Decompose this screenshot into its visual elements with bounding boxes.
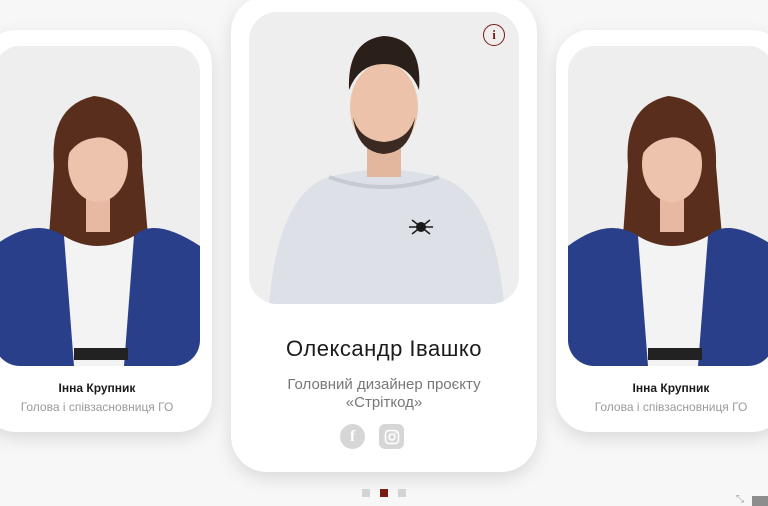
pagination-dot-3[interactable] xyxy=(398,489,406,497)
team-member-name: Інна Крупник xyxy=(632,381,710,395)
team-member-photo xyxy=(0,46,200,366)
team-member-role: Голова і співзасновниця ГО xyxy=(20,400,174,414)
instagram-glyph xyxy=(384,429,399,444)
team-member-photo xyxy=(568,46,768,366)
team-member-photo xyxy=(249,12,519,304)
expand-icon: ⤡ xyxy=(736,494,744,505)
instagram-icon[interactable] xyxy=(379,424,404,449)
role-line-2: «Стріткод» xyxy=(345,394,423,411)
pagination-dot-1[interactable] xyxy=(362,489,370,497)
facebook-icon[interactable]: f xyxy=(340,424,365,449)
role-line-1: Головний дизайнер проєкту xyxy=(287,376,481,393)
pagination-dot-2[interactable] xyxy=(380,489,388,497)
team-member-role: Головний дизайнер проєкту «Стріткод» xyxy=(231,376,537,412)
team-card-next[interactable]: Інна Крупник Голова і співзасновниця ГО xyxy=(556,30,768,432)
social-links: f xyxy=(231,424,525,449)
corner-widget[interactable] xyxy=(752,496,768,506)
team-carousel: Інна Крупник Голова і співзасновниця ГО … xyxy=(0,0,768,506)
team-card-active[interactable]: i Олександр Івашко Головний дизайнер про… xyxy=(231,0,537,472)
team-member-name: Олександр Івашко xyxy=(286,336,482,361)
info-icon[interactable]: i xyxy=(483,24,505,46)
carousel-pagination xyxy=(362,489,406,497)
team-member-role: Голова і співзасновниця ГО xyxy=(594,400,748,414)
team-card-prev[interactable]: Інна Крупник Голова і співзасновниця ГО xyxy=(0,30,212,432)
team-member-name: Інна Крупник xyxy=(58,381,136,395)
